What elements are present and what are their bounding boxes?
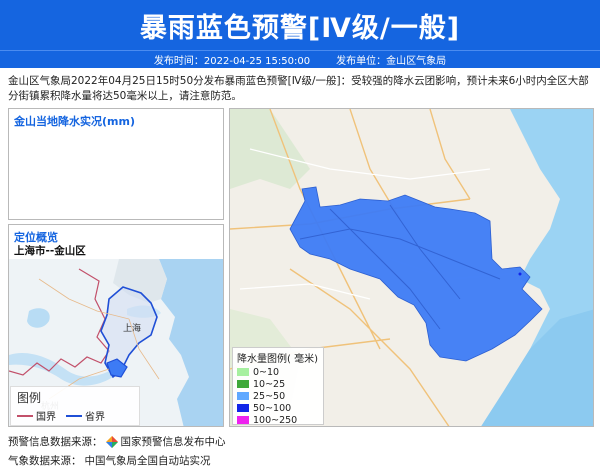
rainfall-panel: 金山当地降水实况(mm) bbox=[8, 108, 224, 220]
rain-range-10-25: 10~25 bbox=[253, 378, 286, 390]
warning-source-link[interactable]: 国家预警信息发布中心 bbox=[121, 434, 226, 449]
weather-source-value: 中国气象局全国自动站实况 bbox=[84, 455, 211, 467]
warning-title: 暴雨蓝色预警[Ⅳ级/一般] bbox=[139, 12, 461, 44]
national-border-swatch bbox=[17, 414, 33, 417]
rain-range-0-10: 0~10 bbox=[253, 366, 280, 378]
weather-source-label: 气象数据来源： bbox=[8, 455, 82, 467]
rain-range-100-250: 100~250 bbox=[253, 414, 298, 426]
warning-description: 金山区气象局2022年04月25日15时50分发布暴雨蓝色预警[Ⅳ级/一般]：受… bbox=[8, 75, 589, 102]
warning-header: 暴雨蓝色预警[Ⅳ级/一般] bbox=[0, 0, 600, 50]
location-subtitle: 上海市--金山区 bbox=[14, 245, 86, 257]
warning-center-logo-icon bbox=[105, 435, 118, 448]
province-border-swatch bbox=[66, 414, 82, 417]
rain-swatch-100-250 bbox=[237, 416, 249, 424]
publish-time: 发布时间：2022-04-25 15:50:00 bbox=[153, 56, 311, 67]
province-border-label: 省界 bbox=[85, 412, 105, 423]
map-label-shanghai: 上海 bbox=[123, 322, 141, 334]
rainfall-legend: 降水量图例( 毫米) 0~10 10~25 25~50 50~100 100~2… bbox=[232, 347, 324, 426]
rainfall-legend-title: 降水量图例( 毫米) bbox=[237, 354, 318, 365]
national-border-label: 国界 bbox=[36, 412, 56, 423]
publish-info-bar: 发布时间：2022-04-25 15:50:00 发布单位：金山区气象局 bbox=[0, 50, 600, 68]
boundary-legend: 图例 国界 省界 bbox=[10, 386, 140, 426]
weather-data-source: 气象数据来源： 中国气象局全国自动站实况 bbox=[8, 453, 211, 468]
publish-unit: 发布单位：金山区气象局 bbox=[336, 56, 447, 67]
warning-source-label: 预警信息数据来源： bbox=[8, 436, 103, 448]
rain-range-50-100: 50~100 bbox=[253, 402, 292, 414]
rain-swatch-50-100 bbox=[237, 404, 249, 412]
rain-swatch-10-25 bbox=[237, 380, 249, 388]
warning-data-source: 预警信息数据来源： 国家预警信息发布中心 bbox=[8, 434, 226, 449]
rain-swatch-0-10 bbox=[237, 368, 249, 376]
boundary-legend-title: 图例 bbox=[17, 391, 42, 405]
rain-swatch-25-50 bbox=[237, 392, 249, 400]
rain-range-25-50: 25~50 bbox=[253, 390, 286, 402]
rainfall-panel-title: 金山当地降水实况(mm) bbox=[14, 115, 135, 128]
